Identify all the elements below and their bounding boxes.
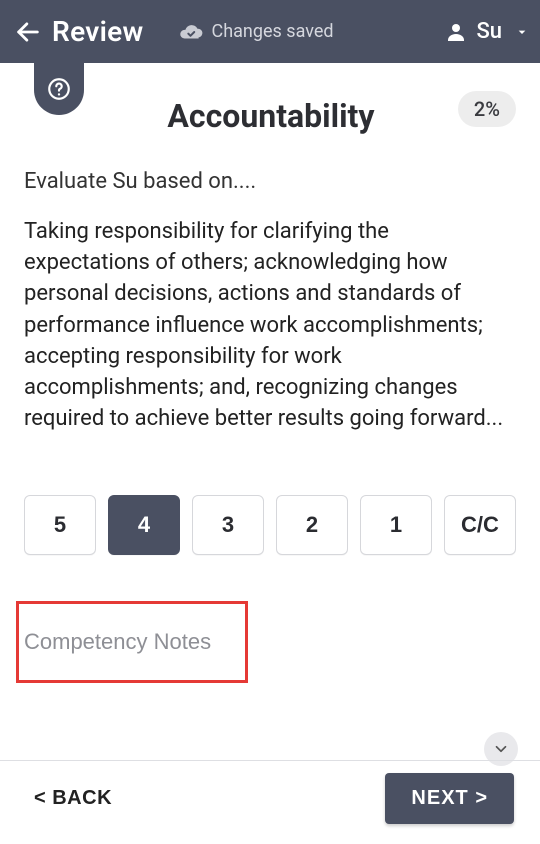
competency-title: Accountability (84, 97, 458, 135)
user-menu[interactable]: Su (444, 19, 530, 44)
save-status-text: Changes saved (212, 21, 334, 42)
save-status: Changes saved (178, 19, 334, 45)
evaluation-prompt: Evaluate Su based on.... (24, 169, 516, 194)
footer: < BACK NEXT > (0, 760, 540, 844)
notes-section (24, 623, 516, 669)
user-icon (444, 20, 468, 44)
caret-down-icon (514, 24, 530, 40)
rating-option-1[interactable]: 1 (360, 495, 432, 555)
page-title: Review (52, 15, 144, 48)
help-icon (46, 76, 72, 102)
rating-option-5[interactable]: 5 (24, 495, 96, 555)
cloud-check-icon (178, 19, 204, 45)
back-arrow-icon[interactable] (14, 18, 42, 46)
progress-badge: 2% (458, 91, 516, 127)
rating-option-3[interactable]: 3 (192, 495, 264, 555)
appbar: Review Changes saved Su (0, 0, 540, 63)
rating-option-2[interactable]: 2 (276, 495, 348, 555)
rating-option-cc[interactable]: C/C (444, 495, 516, 555)
competency-notes-input[interactable] (24, 623, 516, 669)
back-button[interactable]: < BACK (34, 787, 112, 810)
user-name: Su (476, 19, 502, 44)
next-button[interactable]: NEXT > (385, 773, 514, 824)
help-button[interactable] (34, 63, 84, 115)
rating-option-4[interactable]: 4 (108, 495, 180, 555)
rating-group: 54321C/C (24, 495, 516, 555)
competency-description: Taking responsibility for clarifying the… (24, 216, 516, 435)
main-content: Accountability 2% Evaluate Su based on..… (0, 91, 540, 669)
chevron-down-icon (492, 740, 510, 758)
